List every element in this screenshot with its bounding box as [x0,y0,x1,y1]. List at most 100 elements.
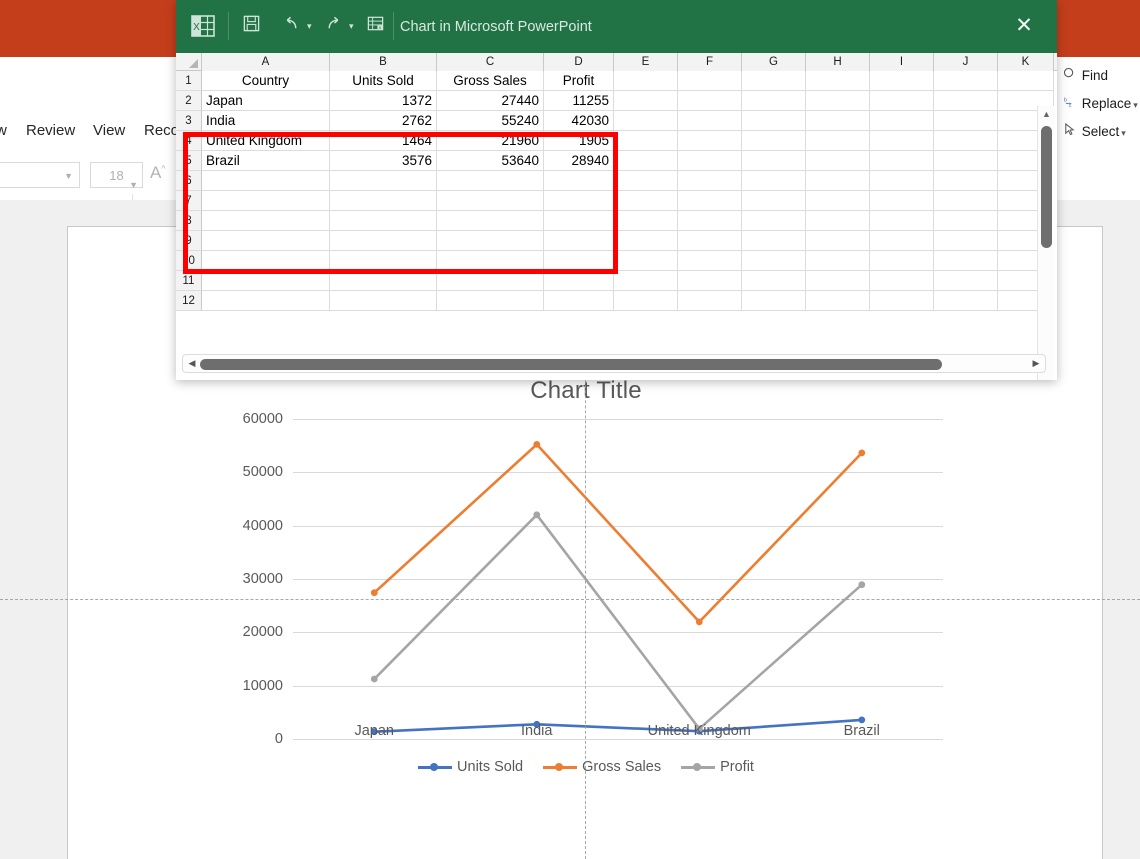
cell-H1[interactable] [806,71,870,91]
ribbon-tab-w[interactable]: w [0,114,7,148]
cell-C11[interactable] [437,271,544,291]
column-header-J[interactable]: J [934,53,998,71]
ribbon-tab-reco[interactable]: Reco [144,114,179,148]
cell-A5[interactable]: Brazil [202,151,330,171]
cell-B6[interactable] [330,171,437,191]
cell-K1[interactable] [998,71,1054,91]
close-icon[interactable]: ✕ [1009,12,1039,40]
cell-C2[interactable]: 27440 [437,91,544,111]
column-header-C[interactable]: C [437,53,544,71]
cell-G7[interactable] [742,191,806,211]
cell-A1[interactable]: Country [202,71,330,91]
select-button[interactable]: Select ▾ [1061,121,1126,143]
data-point[interactable] [370,589,378,597]
cell-B1[interactable]: Units Sold [330,71,437,91]
cell-G11[interactable] [742,271,806,291]
cell-E12[interactable] [614,291,678,311]
row-header-5[interactable]: 5 [176,151,202,171]
ribbon-tab-review[interactable]: Review [26,114,75,148]
cell-E4[interactable] [614,131,678,151]
cell-B11[interactable] [330,271,437,291]
row-header-2[interactable]: 2 [176,91,202,111]
cell-D1[interactable]: Profit [544,71,614,91]
data-point[interactable] [533,511,541,519]
cell-I7[interactable] [870,191,934,211]
cell-B5[interactable]: 3576 [330,151,437,171]
vertical-scrollbar[interactable]: ▲ ▼ [1037,106,1054,380]
cell-I5[interactable] [870,151,934,171]
cell-G12[interactable] [742,291,806,311]
cell-B4[interactable]: 1464 [330,131,437,151]
cell-J11[interactable] [934,271,998,291]
chevron-down-icon[interactable]: ▾ [349,21,354,32]
column-header-F[interactable]: F [678,53,742,71]
cell-D10[interactable] [544,251,614,271]
cell-F4[interactable] [678,131,742,151]
cell-A6[interactable] [202,171,330,191]
column-header-H[interactable]: H [806,53,870,71]
cell-F3[interactable] [678,111,742,131]
cell-D3[interactable]: 42030 [544,111,614,131]
cell-J12[interactable] [934,291,998,311]
cell-G8[interactable] [742,211,806,231]
cell-C12[interactable] [437,291,544,311]
cell-G1[interactable] [742,71,806,91]
cell-F6[interactable] [678,171,742,191]
cell-G9[interactable] [742,231,806,251]
cell-J4[interactable] [934,131,998,151]
cell-F12[interactable] [678,291,742,311]
legend-item[interactable]: Units Sold [418,759,523,775]
cell-I8[interactable] [870,211,934,231]
cell-C1[interactable]: Gross Sales [437,71,544,91]
cell-B3[interactable]: 2762 [330,111,437,131]
cell-D11[interactable] [544,271,614,291]
cell-H12[interactable] [806,291,870,311]
column-header-G[interactable]: G [742,53,806,71]
cell-B12[interactable] [330,291,437,311]
cell-H6[interactable] [806,171,870,191]
cell-I11[interactable] [870,271,934,291]
find-button[interactable]: Find [1061,65,1108,87]
column-header-D[interactable]: D [544,53,614,71]
cell-E2[interactable] [614,91,678,111]
cell-F7[interactable] [678,191,742,211]
column-header-K[interactable]: K [998,53,1054,71]
row-header-6[interactable]: 6 [176,171,202,191]
vertical-scroll-thumb[interactable] [1041,126,1052,248]
cell-C8[interactable] [437,211,544,231]
data-point[interactable] [858,449,866,457]
cell-J1[interactable] [934,71,998,91]
scroll-right-icon[interactable]: ▶ [1028,355,1044,372]
cell-G6[interactable] [742,171,806,191]
cell-A12[interactable] [202,291,330,311]
cell-C9[interactable] [437,231,544,251]
redo-button[interactable] [318,14,348,40]
cell-J5[interactable] [934,151,998,171]
legend-item[interactable]: Profit [681,759,754,775]
cell-I4[interactable] [870,131,934,151]
row-header-7[interactable]: 7 [176,191,202,211]
cell-C5[interactable]: 53640 [437,151,544,171]
cell-H2[interactable] [806,91,870,111]
column-header-B[interactable]: B [330,53,437,71]
column-header-E[interactable]: E [614,53,678,71]
cell-D4[interactable]: 1905 [544,131,614,151]
series-line-gross-sales[interactable] [373,443,864,624]
edit-data-in-excel-button[interactable]: x [360,14,390,40]
cell-C6[interactable] [437,171,544,191]
cell-F9[interactable] [678,231,742,251]
replace-button[interactable]: bc Replace ▾ [1061,93,1138,115]
horizontal-scroll-thumb[interactable] [200,359,942,370]
scroll-left-icon[interactable]: ◀ [184,355,200,372]
row-header-9[interactable]: 9 [176,231,202,251]
cell-G3[interactable] [742,111,806,131]
cell-I3[interactable] [870,111,934,131]
cell-B2[interactable]: 1372 [330,91,437,111]
cell-A2[interactable]: Japan [202,91,330,111]
cell-I6[interactable] [870,171,934,191]
cell-E9[interactable] [614,231,678,251]
cell-B10[interactable] [330,251,437,271]
cell-A4[interactable]: United Kingdom [202,131,330,151]
cell-G2[interactable] [742,91,806,111]
cell-I10[interactable] [870,251,934,271]
